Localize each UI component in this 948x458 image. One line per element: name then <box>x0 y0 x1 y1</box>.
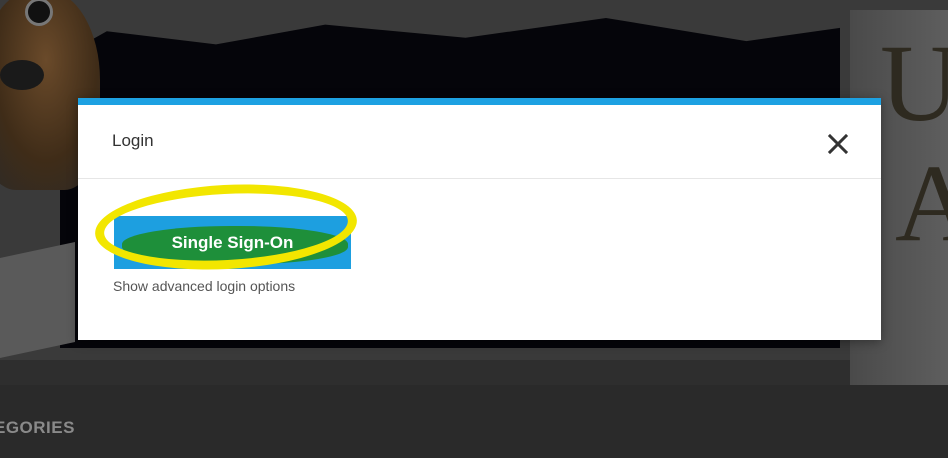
mascot-eye <box>25 0 53 26</box>
advanced-login-options-link[interactable]: Show advanced login options <box>113 278 295 294</box>
login-modal: Login Single Sign-On Show advanced login… <box>78 98 881 340</box>
modal-title: Login <box>112 131 154 150</box>
close-icon <box>827 133 849 155</box>
categories-heading: EGORIES <box>0 418 75 437</box>
mascot-sleeve <box>0 242 75 358</box>
mascot-nose <box>0 60 44 90</box>
categories-bar <box>0 385 948 458</box>
right-decorative-letter: A <box>895 142 948 264</box>
modal-header: Login <box>78 105 881 179</box>
modal-body: Single Sign-On Show advanced login optio… <box>78 178 881 339</box>
close-button[interactable] <box>827 133 849 155</box>
right-decorative-letter: U <box>880 22 948 144</box>
